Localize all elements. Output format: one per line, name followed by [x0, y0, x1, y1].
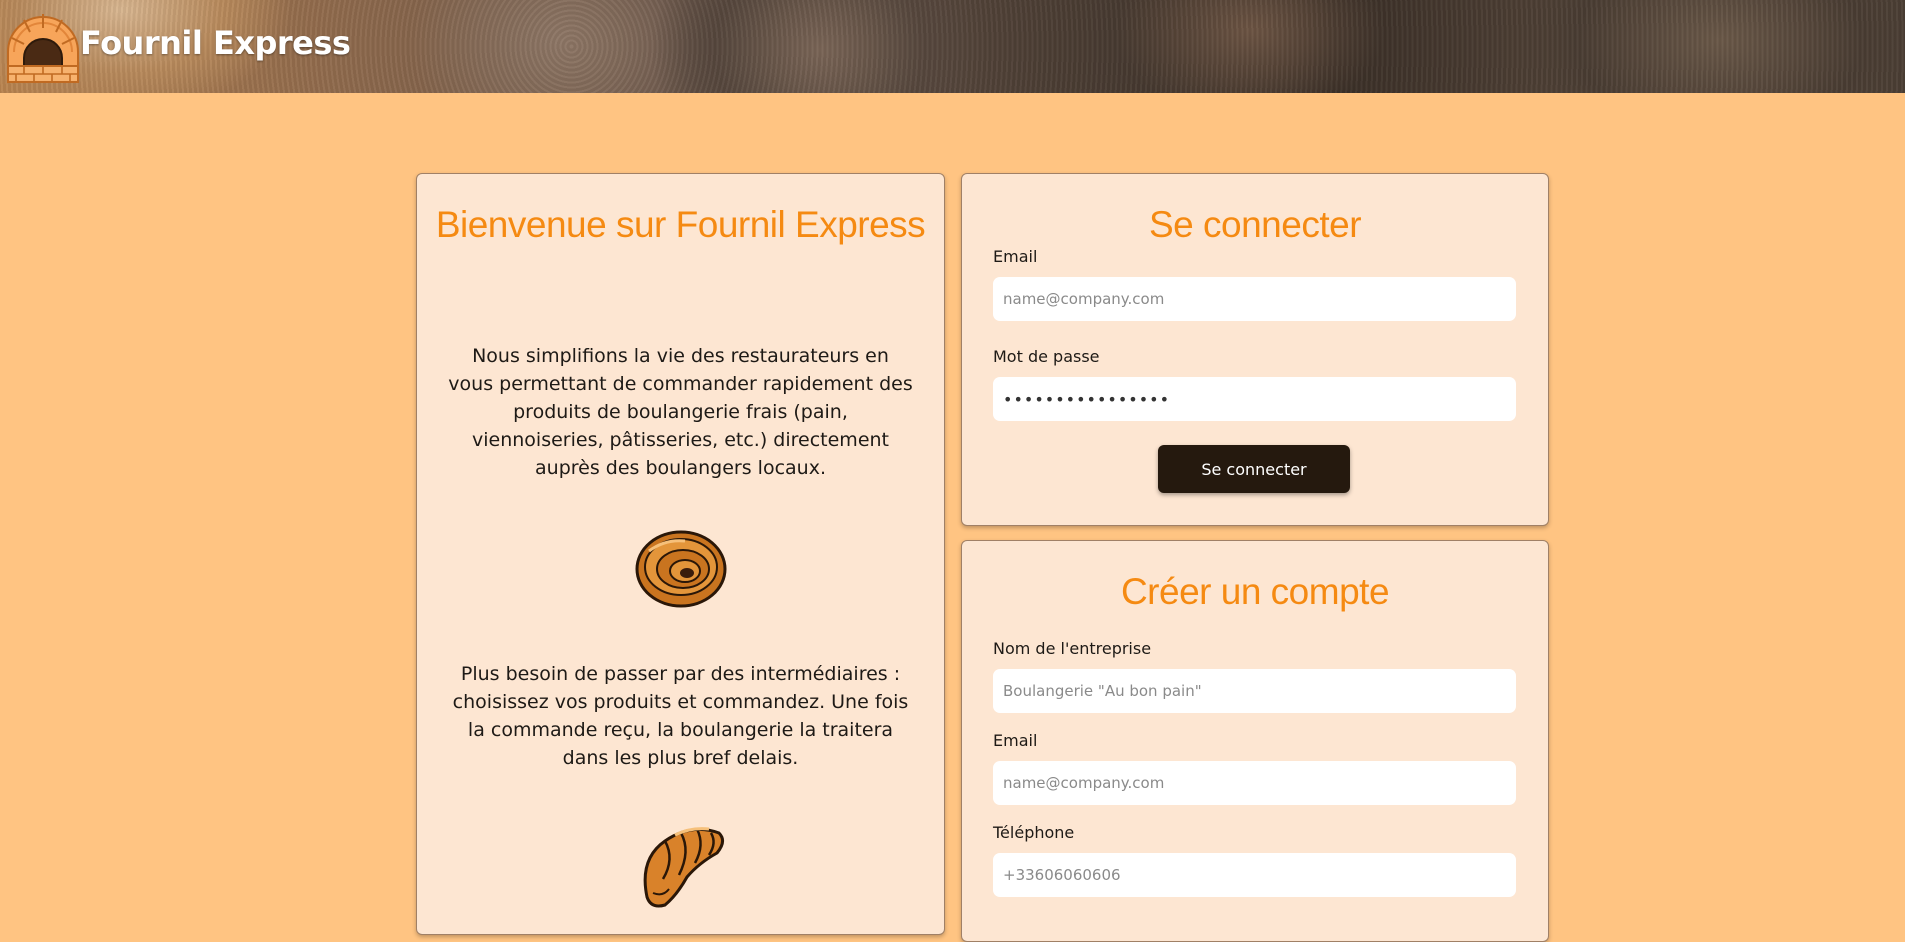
register-company-label: Nom de l'entreprise [993, 639, 1152, 658]
welcome-card: Bienvenue sur Fournil Express Nous simpl… [416, 173, 945, 935]
pain-au-chocolat-icon [635, 530, 727, 608]
register-card: Créer un compte Nom de l'entreprise Emai… [961, 540, 1549, 942]
register-phone-input[interactable] [993, 853, 1516, 897]
register-title: Créer un compte [1120, 571, 1390, 612]
bread-oven-icon[interactable] [4, 8, 82, 84]
login-card: Se connecter Email Mot de passe Se conne… [961, 173, 1549, 526]
login-title: Se connecter [1148, 204, 1362, 245]
register-email-label: Email [993, 731, 1038, 750]
login-email-input[interactable] [993, 277, 1516, 321]
welcome-paragraph-process: Plus besoin de passer par des intermédia… [452, 663, 909, 769]
login-email-label: Email [993, 247, 1038, 266]
welcome-title: Bienvenue sur Fournil Express [435, 204, 926, 245]
croissant-icon [643, 827, 724, 908]
login-submit-button[interactable]: Se connecter [1158, 445, 1350, 493]
register-email-input[interactable] [993, 761, 1516, 805]
register-phone-label: Téléphone [993, 823, 1075, 842]
welcome-paragraph-intro: Nous simplifions la vie des restaurateur… [448, 345, 913, 479]
header-banner: Fournil Express [0, 0, 1905, 93]
login-password-input[interactable] [993, 377, 1516, 421]
register-company-input[interactable] [993, 669, 1516, 713]
login-password-label: Mot de passe [993, 347, 1100, 366]
brand-name[interactable]: Fournil Express [80, 24, 351, 62]
